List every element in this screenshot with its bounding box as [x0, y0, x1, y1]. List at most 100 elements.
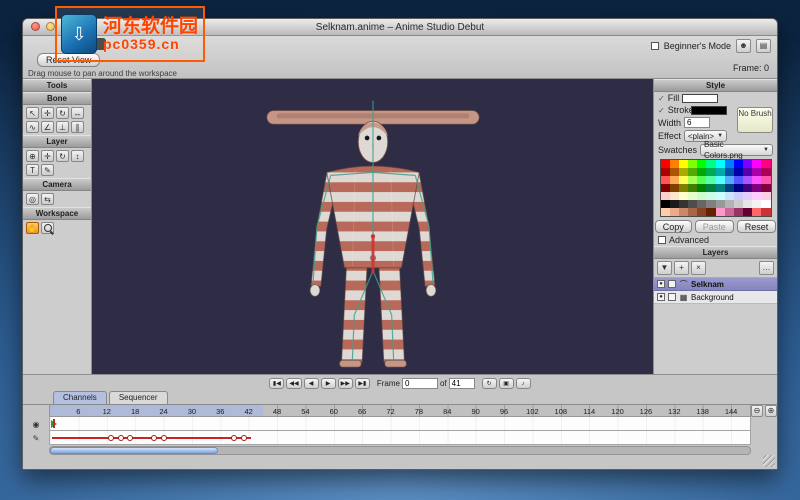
rotate-layer-tool[interactable]: ↻	[56, 150, 69, 162]
orbit-camera-tool[interactable]: ⇆	[41, 193, 54, 205]
rotate-bone-tool[interactable]: ↻	[56, 107, 69, 119]
color-swatch[interactable]	[752, 200, 762, 208]
step-forward-button[interactable]: ▶▶	[337, 377, 353, 389]
color-swatch[interactable]	[706, 184, 716, 192]
timeline-track-keyframes[interactable]	[49, 431, 751, 445]
keyframe-marker[interactable]	[240, 435, 247, 441]
color-swatch[interactable]	[733, 176, 743, 184]
color-swatch[interactable]	[697, 160, 707, 168]
color-swatch[interactable]	[706, 200, 716, 208]
jump-start-button[interactable]: ▮◀	[269, 377, 285, 389]
color-swatch[interactable]	[733, 200, 743, 208]
select-layer-tool[interactable]: ⊕	[26, 150, 39, 162]
swatches-dropdown[interactable]: Basic Colors.png ▼	[700, 140, 773, 160]
color-swatch[interactable]	[678, 192, 688, 200]
color-swatch[interactable]	[688, 184, 698, 192]
color-swatch[interactable]	[688, 208, 698, 216]
color-swatch[interactable]	[743, 208, 753, 216]
color-swatch[interactable]	[724, 160, 734, 168]
tab-sequencer[interactable]: Sequencer	[108, 391, 168, 404]
color-swatch[interactable]	[706, 160, 716, 168]
add-bone-tool[interactable]: ∿	[26, 121, 39, 133]
user-icon[interactable]: ☻	[736, 39, 751, 53]
color-swatch[interactable]	[743, 168, 753, 176]
color-swatch[interactable]	[733, 192, 743, 200]
color-swatch[interactable]	[733, 168, 743, 176]
color-swatch[interactable]	[743, 184, 753, 192]
color-swatch[interactable]	[660, 176, 670, 184]
color-swatch[interactable]	[688, 200, 698, 208]
color-swatch[interactable]	[733, 184, 743, 192]
layer-lock-toggle[interactable]	[668, 280, 676, 288]
copy-style-button[interactable]: Copy	[654, 220, 692, 233]
play-button[interactable]: ▶	[320, 377, 336, 389]
color-swatch[interactable]	[660, 160, 670, 168]
pan-workspace-tool[interactable]: ✋	[26, 222, 39, 234]
manual-icon[interactable]: ▤	[756, 39, 771, 53]
layer-menu-button[interactable]: …	[759, 261, 774, 275]
color-swatch[interactable]	[706, 192, 716, 200]
paste-style-button[interactable]: Paste	[694, 220, 734, 233]
timeline-zoom-in-button[interactable]: ⊕	[765, 405, 777, 417]
color-swatch[interactable]	[669, 176, 679, 184]
color-swatch[interactable]	[752, 208, 762, 216]
stroke-check-icon[interactable]: ✓	[658, 106, 665, 115]
close-window-button[interactable]	[31, 22, 40, 31]
color-swatch[interactable]	[761, 192, 771, 200]
color-swatch[interactable]	[724, 176, 734, 184]
color-swatch[interactable]	[669, 192, 679, 200]
color-swatch[interactable]	[706, 208, 716, 216]
workspace-canvas[interactable]	[92, 79, 653, 374]
color-swatch[interactable]	[743, 192, 753, 200]
color-swatch[interactable]	[697, 176, 707, 184]
timeline-track-main[interactable]	[49, 417, 751, 431]
stroke-color-swatch[interactable]	[690, 105, 727, 115]
keyframe-marker[interactable]	[117, 435, 124, 441]
color-swatch[interactable]	[761, 208, 771, 216]
no-brush-button[interactable]: No Brush	[737, 107, 773, 133]
color-swatch[interactable]	[715, 168, 725, 176]
layer-visibility-toggle[interactable]: ●	[657, 293, 665, 301]
color-swatch[interactable]	[669, 160, 679, 168]
translate-bone-tool[interactable]: ✛	[41, 107, 54, 119]
color-swatch[interactable]	[724, 168, 734, 176]
color-swatch[interactable]	[669, 208, 679, 216]
color-swatch[interactable]	[678, 176, 688, 184]
color-swatch[interactable]	[724, 192, 734, 200]
color-swatch[interactable]	[715, 192, 725, 200]
keyframe-marker[interactable]	[160, 435, 167, 441]
step-back-button[interactable]: ◀	[303, 377, 319, 389]
color-swatch[interactable]	[706, 168, 716, 176]
color-swatch[interactable]	[761, 160, 771, 168]
keyframe-marker[interactable]	[127, 435, 134, 441]
timeline-zoom-out-button[interactable]: ⊖	[751, 405, 763, 417]
swatch-grid[interactable]	[659, 159, 772, 217]
channel-visibility-icon[interactable]: ◉	[33, 420, 40, 429]
frame-input[interactable]	[401, 377, 438, 389]
sound-button[interactable]: ♪	[515, 377, 531, 389]
color-swatch[interactable]	[724, 184, 734, 192]
scale-layer-tool[interactable]: ↕	[71, 150, 84, 162]
color-swatch[interactable]	[697, 192, 707, 200]
color-swatch[interactable]	[660, 168, 670, 176]
color-swatch[interactable]	[697, 208, 707, 216]
layer-row-selknam[interactable]: ● ⌒ Selknam	[654, 278, 777, 291]
color-swatch[interactable]	[715, 200, 725, 208]
color-swatch[interactable]	[669, 200, 679, 208]
text-tool[interactable]: T	[26, 164, 39, 176]
color-swatch[interactable]	[697, 168, 707, 176]
color-swatch[interactable]	[752, 176, 762, 184]
fill-color-swatch[interactable]	[682, 93, 719, 103]
color-swatch[interactable]	[743, 160, 753, 168]
next-keyframe-button[interactable]: ▶▮	[354, 377, 370, 389]
color-swatch[interactable]	[715, 208, 725, 216]
color-swatch[interactable]	[752, 192, 762, 200]
color-swatch[interactable]	[669, 184, 679, 192]
duplicate-layer-button[interactable]: +	[674, 261, 689, 275]
color-swatch[interactable]	[715, 184, 725, 192]
color-swatch[interactable]	[688, 168, 698, 176]
layer-visibility-toggle[interactable]: ●	[657, 280, 665, 288]
layer-lock-toggle[interactable]	[668, 293, 676, 301]
tab-channels[interactable]: Channels	[53, 391, 107, 404]
color-swatch[interactable]	[660, 200, 670, 208]
